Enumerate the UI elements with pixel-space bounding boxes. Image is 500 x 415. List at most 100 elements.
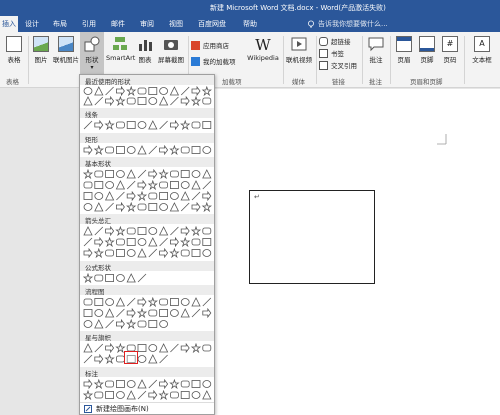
shape-row[interactable] (83, 319, 213, 329)
shape-option[interactable] (191, 391, 201, 399)
shape-option[interactable] (201, 86, 212, 96)
shape-option[interactable] (126, 227, 136, 235)
shape-option[interactable] (169, 202, 180, 212)
shape-option[interactable] (105, 249, 115, 257)
shape-option[interactable] (170, 298, 179, 306)
tab-references[interactable]: 引用 (82, 19, 96, 29)
shape-option[interactable] (93, 145, 104, 155)
shape-option[interactable] (191, 180, 201, 190)
shape-row[interactable] (83, 308, 213, 318)
shape-option[interactable] (191, 202, 201, 212)
shape-option[interactable] (180, 146, 190, 154)
tab-baidu-netdisk[interactable]: 百度网盘 (198, 19, 226, 29)
tab-layout[interactable]: 布局 (53, 19, 67, 29)
shape-option[interactable] (190, 343, 202, 353)
shape-option[interactable] (105, 202, 114, 212)
shape-option[interactable] (116, 391, 125, 399)
online-video-button[interactable]: 联机视频 (285, 36, 313, 64)
shape-option[interactable] (202, 97, 212, 105)
shape-option[interactable] (83, 390, 94, 400)
shape-option[interactable] (137, 320, 147, 328)
shape-row[interactable] (83, 202, 213, 212)
shape-option[interactable] (159, 145, 169, 155)
shape-option[interactable] (170, 181, 179, 189)
shape-option[interactable] (83, 145, 93, 155)
shape-option[interactable] (105, 319, 114, 329)
shape-option[interactable] (170, 391, 179, 399)
shape-option[interactable] (159, 320, 168, 328)
shape-option[interactable] (202, 191, 212, 201)
shape-option[interactable] (148, 192, 158, 200)
shape-row[interactable] (83, 96, 213, 106)
smartart-button[interactable]: SmartArt (106, 36, 135, 62)
shape-option[interactable] (83, 192, 93, 200)
shape-option[interactable] (191, 86, 201, 96)
shape-option[interactable] (136, 308, 148, 318)
app-store-button[interactable]: 应用商店 (191, 40, 229, 50)
shape-option[interactable] (116, 146, 125, 154)
shape-option[interactable] (94, 170, 104, 178)
shape-option[interactable] (202, 146, 212, 154)
shape-option[interactable] (137, 87, 147, 95)
shape-option[interactable] (180, 191, 190, 201)
shape-option[interactable] (137, 180, 147, 190)
tab-view[interactable]: 视图 (169, 19, 183, 29)
shape-option[interactable] (116, 380, 125, 388)
shape-option[interactable] (158, 226, 169, 236)
shape-option[interactable] (126, 380, 136, 388)
shape-option[interactable] (191, 380, 201, 388)
shape-option[interactable] (148, 203, 158, 211)
shape-row[interactable] (83, 248, 213, 258)
shape-option[interactable] (158, 96, 169, 106)
shape-row[interactable] (83, 343, 213, 353)
shape-option[interactable] (136, 191, 148, 201)
shape-option[interactable] (116, 274, 125, 282)
shape-option[interactable] (170, 237, 179, 247)
shape-option[interactable] (126, 390, 136, 400)
shape-option[interactable] (169, 379, 180, 389)
shape-option[interactable] (191, 238, 201, 246)
shape-option[interactable] (170, 226, 179, 236)
shape-option[interactable] (169, 145, 180, 155)
shape-option[interactable] (105, 380, 115, 388)
shape-option[interactable] (126, 238, 136, 246)
shape-option[interactable] (159, 379, 169, 389)
tell-me-box[interactable]: 告诉我你想要做什么... (307, 19, 388, 29)
shape-option[interactable] (137, 238, 147, 246)
shape-row[interactable] (83, 86, 213, 96)
shape-option[interactable] (126, 308, 136, 318)
shape-option[interactable] (94, 86, 104, 96)
shape-option[interactable] (126, 97, 136, 105)
shape-option[interactable] (137, 169, 147, 179)
shape-option[interactable] (83, 298, 93, 306)
shape-option[interactable] (202, 238, 212, 246)
shape-option[interactable] (147, 297, 158, 307)
shape-option[interactable] (115, 180, 126, 190)
shape-option[interactable] (202, 121, 212, 129)
tab-help[interactable]: 帮助 (243, 19, 257, 29)
shape-option[interactable] (94, 226, 104, 236)
picture-button[interactable]: 图片 (31, 36, 51, 64)
shape-option[interactable] (83, 343, 93, 353)
shape-option[interactable] (170, 170, 179, 178)
tab-review[interactable]: 审阅 (140, 19, 154, 29)
shape-option[interactable] (126, 86, 137, 96)
shape-option[interactable] (137, 273, 147, 283)
shape-option[interactable] (115, 96, 126, 106)
shape-option[interactable] (159, 248, 169, 258)
bookmark-button[interactable]: 书签 (319, 48, 344, 58)
shape-option[interactable] (170, 192, 179, 200)
shape-option[interactable] (137, 121, 147, 129)
shape-option[interactable] (116, 121, 125, 129)
online-picture-button[interactable]: 联机图片 (53, 36, 79, 64)
shape-option[interactable] (93, 248, 104, 258)
shape-option[interactable] (105, 274, 115, 282)
comment-button[interactable]: 批注 (365, 36, 387, 64)
my-addins-button[interactable]: 我的加载项 (191, 56, 236, 66)
shape-option[interactable] (116, 170, 125, 178)
shape-option[interactable] (180, 308, 190, 318)
shape-option[interactable] (105, 343, 115, 353)
shape-option[interactable] (190, 96, 202, 106)
shape-option[interactable] (83, 273, 94, 283)
shape-option[interactable] (126, 273, 136, 283)
